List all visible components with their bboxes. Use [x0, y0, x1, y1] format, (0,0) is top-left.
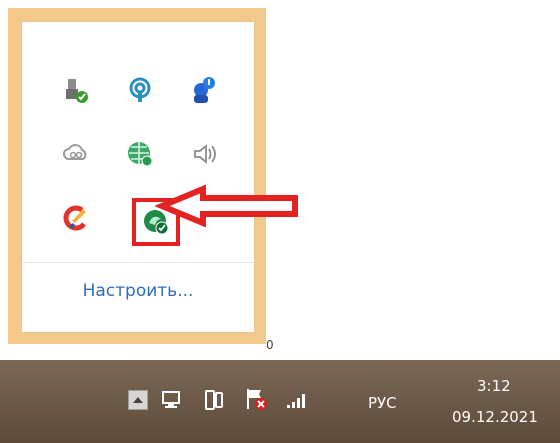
show-hidden-icons-button[interactable]	[128, 390, 148, 410]
configure-link[interactable]: Настроить...	[22, 281, 254, 301]
wireless-antenna-icon[interactable]	[122, 72, 158, 108]
phone-icon[interactable]	[202, 388, 226, 416]
tray-overflow-popup: Настроить...	[8, 8, 266, 344]
pointer-arrow	[155, 184, 298, 228]
ccleaner-icon[interactable]	[58, 200, 94, 236]
chevron-up-icon	[133, 397, 143, 403]
speaker-icon[interactable]	[186, 136, 222, 172]
divider	[22, 262, 254, 263]
signal-bars-icon[interactable]	[285, 390, 313, 414]
green-globe-icon[interactable]	[122, 136, 158, 172]
language-indicator[interactable]: РУС	[368, 394, 397, 412]
network-icon[interactable]	[160, 388, 184, 416]
taskbar: РУС 3:12 09.12.2021	[0, 360, 560, 443]
background-window-fragment: 0	[266, 338, 274, 352]
tray-overflow-panel: Настроить...	[21, 21, 255, 333]
bluetooth-person-icon[interactable]	[186, 72, 222, 108]
flag-error-icon[interactable]	[244, 386, 270, 416]
clock-date[interactable]: 09.12.2021	[452, 408, 538, 426]
creative-cloud-icon[interactable]	[58, 136, 94, 172]
clock-time[interactable]: 3:12	[477, 377, 511, 395]
usb-safe-remove-icon[interactable]	[58, 72, 94, 108]
